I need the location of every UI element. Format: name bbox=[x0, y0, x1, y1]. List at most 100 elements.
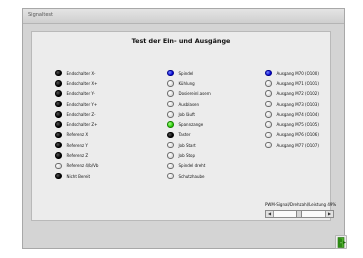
machine-signals-column: Spindel Kühlung Dosiereinl.asern Ausblasen J… bbox=[167, 68, 211, 181]
signal-row: Endschalter Z+ bbox=[55, 119, 98, 129]
status-led-icon bbox=[167, 152, 174, 159]
pwm-slider[interactable]: ◀ ▶ bbox=[265, 210, 334, 218]
signal-label: Ausgang M73 (O103) bbox=[276, 101, 319, 107]
page-title: Test der Ein- und Ausgänge bbox=[131, 37, 231, 45]
status-led-icon bbox=[265, 100, 272, 108]
signal-row: Ausgang M76 (O106) bbox=[265, 130, 319, 140]
inputs-column: Endschalter X- Endschalter X+ Endschalter … bbox=[55, 68, 98, 181]
status-led-icon bbox=[55, 121, 62, 128]
signal-row: Referenz Y bbox=[55, 140, 98, 150]
signal-row: Spannzange bbox=[167, 119, 211, 129]
signal-label: Referenz 4/b/Vb bbox=[66, 163, 99, 169]
signal-row: Job läuft bbox=[167, 109, 211, 119]
signal-label: Endschalter Z+ bbox=[66, 122, 98, 128]
signal-label: Taster bbox=[178, 132, 191, 138]
status-led-icon bbox=[55, 80, 62, 87]
signal-row: Job Start bbox=[167, 140, 211, 150]
signal-label: Endschalter Y- bbox=[66, 91, 95, 97]
signal-row: Ausgang M75 (O105) bbox=[265, 119, 319, 129]
signal-row: Endschalter X- bbox=[55, 68, 98, 78]
signal-label: Referenz X bbox=[66, 132, 89, 138]
status-led-icon bbox=[265, 131, 272, 139]
slider-right-arrow-icon[interactable]: ▶ bbox=[325, 211, 333, 217]
pwm-label: PWM-Signal/Drehzahl/Leistung 49% bbox=[265, 202, 337, 207]
status-led-icon bbox=[265, 141, 272, 149]
slider-left-arrow-icon[interactable]: ◀ bbox=[266, 211, 274, 217]
outputs-column: Ausgang M70 (O100) Ausgang M71 (O101) Ausg… bbox=[265, 68, 319, 150]
signal-label: Endschalter Y+ bbox=[66, 101, 98, 107]
signal-label: Ausgang M77 (O107) bbox=[276, 142, 319, 148]
signal-row: Ausblasen bbox=[167, 99, 211, 109]
status-led-icon bbox=[265, 90, 272, 97]
status-led-icon bbox=[55, 90, 62, 97]
signal-row: Ausgang M74 (O104) bbox=[265, 109, 319, 119]
status-led-icon bbox=[55, 172, 62, 180]
status-led-icon bbox=[55, 152, 62, 159]
status-led-icon bbox=[265, 111, 272, 118]
status-led-icon bbox=[55, 131, 62, 139]
signal-row: Endschalter Y+ bbox=[55, 99, 98, 109]
signal-label: Ausgang M70 (O100) bbox=[276, 70, 319, 76]
signal-row: Referenz 4/b/Vb bbox=[55, 161, 98, 171]
signal-label: Dosiereinl.asern bbox=[178, 91, 211, 97]
signal-panel: Test der Ein- und Ausgänge Endschalter X… bbox=[31, 31, 336, 221]
status-led-icon bbox=[167, 90, 174, 97]
signal-label: Ausgang M74 (O104) bbox=[276, 111, 319, 117]
signal-label: Nicht Bereit bbox=[66, 173, 91, 179]
signal-row: Endschalter Y- bbox=[55, 89, 98, 99]
status-led-icon bbox=[167, 80, 174, 87]
status-led-icon bbox=[265, 121, 272, 128]
status-led-icon bbox=[265, 69, 272, 77]
status-led-icon bbox=[55, 162, 62, 170]
status-led-icon bbox=[167, 111, 174, 118]
signal-label: Spindel dreht bbox=[178, 163, 206, 169]
signal-row: Referenz Z bbox=[55, 150, 98, 160]
status-led-icon bbox=[167, 131, 174, 139]
signal-label: Ausgang M76 (O106) bbox=[276, 132, 319, 138]
status-led-icon bbox=[265, 80, 272, 87]
signal-row: Endschalter X+ bbox=[55, 78, 98, 88]
signal-row: Job Stop bbox=[167, 150, 211, 160]
status-led-icon bbox=[55, 100, 62, 108]
signal-label: Ausgang M72 (O102) bbox=[276, 91, 319, 97]
signal-label: Kühlung bbox=[178, 80, 195, 86]
signal-label: Referenz Z bbox=[66, 153, 89, 159]
signal-row: Kühlung bbox=[167, 78, 211, 88]
status-led-icon bbox=[55, 141, 62, 149]
signal-row: Ausgang M73 (O103) bbox=[265, 99, 319, 109]
signal-label: Spannzange bbox=[178, 122, 204, 128]
signal-label: Endschalter X- bbox=[66, 70, 96, 76]
status-led-icon bbox=[167, 69, 174, 77]
signal-row: Ausgang M72 (O102) bbox=[265, 89, 319, 99]
signal-row: Dosiereinl.asern bbox=[167, 89, 211, 99]
slider-thumb[interactable] bbox=[296, 211, 303, 217]
signal-row: Nicht Bereit bbox=[55, 171, 98, 181]
status-led-icon bbox=[167, 172, 174, 180]
signal-row: Spindel bbox=[167, 68, 211, 78]
signal-label: Job Stop bbox=[178, 153, 196, 159]
signal-row: Schutzhaube bbox=[167, 171, 211, 181]
signal-row: Ausgang M70 (O100) bbox=[265, 68, 319, 78]
status-led-icon bbox=[167, 162, 174, 170]
status-led-icon bbox=[55, 69, 62, 77]
signal-label: Spindel bbox=[178, 70, 194, 76]
signal-label: Endschalter X+ bbox=[66, 80, 98, 86]
signal-label: Ausblasen bbox=[178, 101, 200, 107]
signal-label: Referenz Y bbox=[66, 142, 88, 148]
title-bar[interactable]: Signaltest bbox=[23, 9, 344, 24]
signal-label: Schutzhaube bbox=[178, 173, 205, 179]
signal-label: Endschalter Z- bbox=[66, 111, 96, 117]
status-led-icon bbox=[167, 121, 174, 128]
exit-button[interactable] bbox=[335, 235, 347, 249]
signal-row: Spindel dreht bbox=[167, 161, 211, 171]
signal-row: Endschalter Z- bbox=[55, 109, 98, 119]
status-led-icon bbox=[55, 111, 62, 118]
signal-label: Ausgang M71 (O101) bbox=[276, 80, 319, 86]
status-led-icon bbox=[167, 100, 174, 108]
status-led-icon bbox=[167, 141, 174, 149]
signal-label: Job Start bbox=[178, 142, 196, 148]
window-title: Signaltest bbox=[28, 12, 53, 18]
signal-label: Job läuft bbox=[178, 111, 195, 117]
exit-door-icon bbox=[337, 237, 346, 248]
signaltest-window: Signaltest Test der Ein- und Ausgänge En… bbox=[22, 8, 347, 249]
